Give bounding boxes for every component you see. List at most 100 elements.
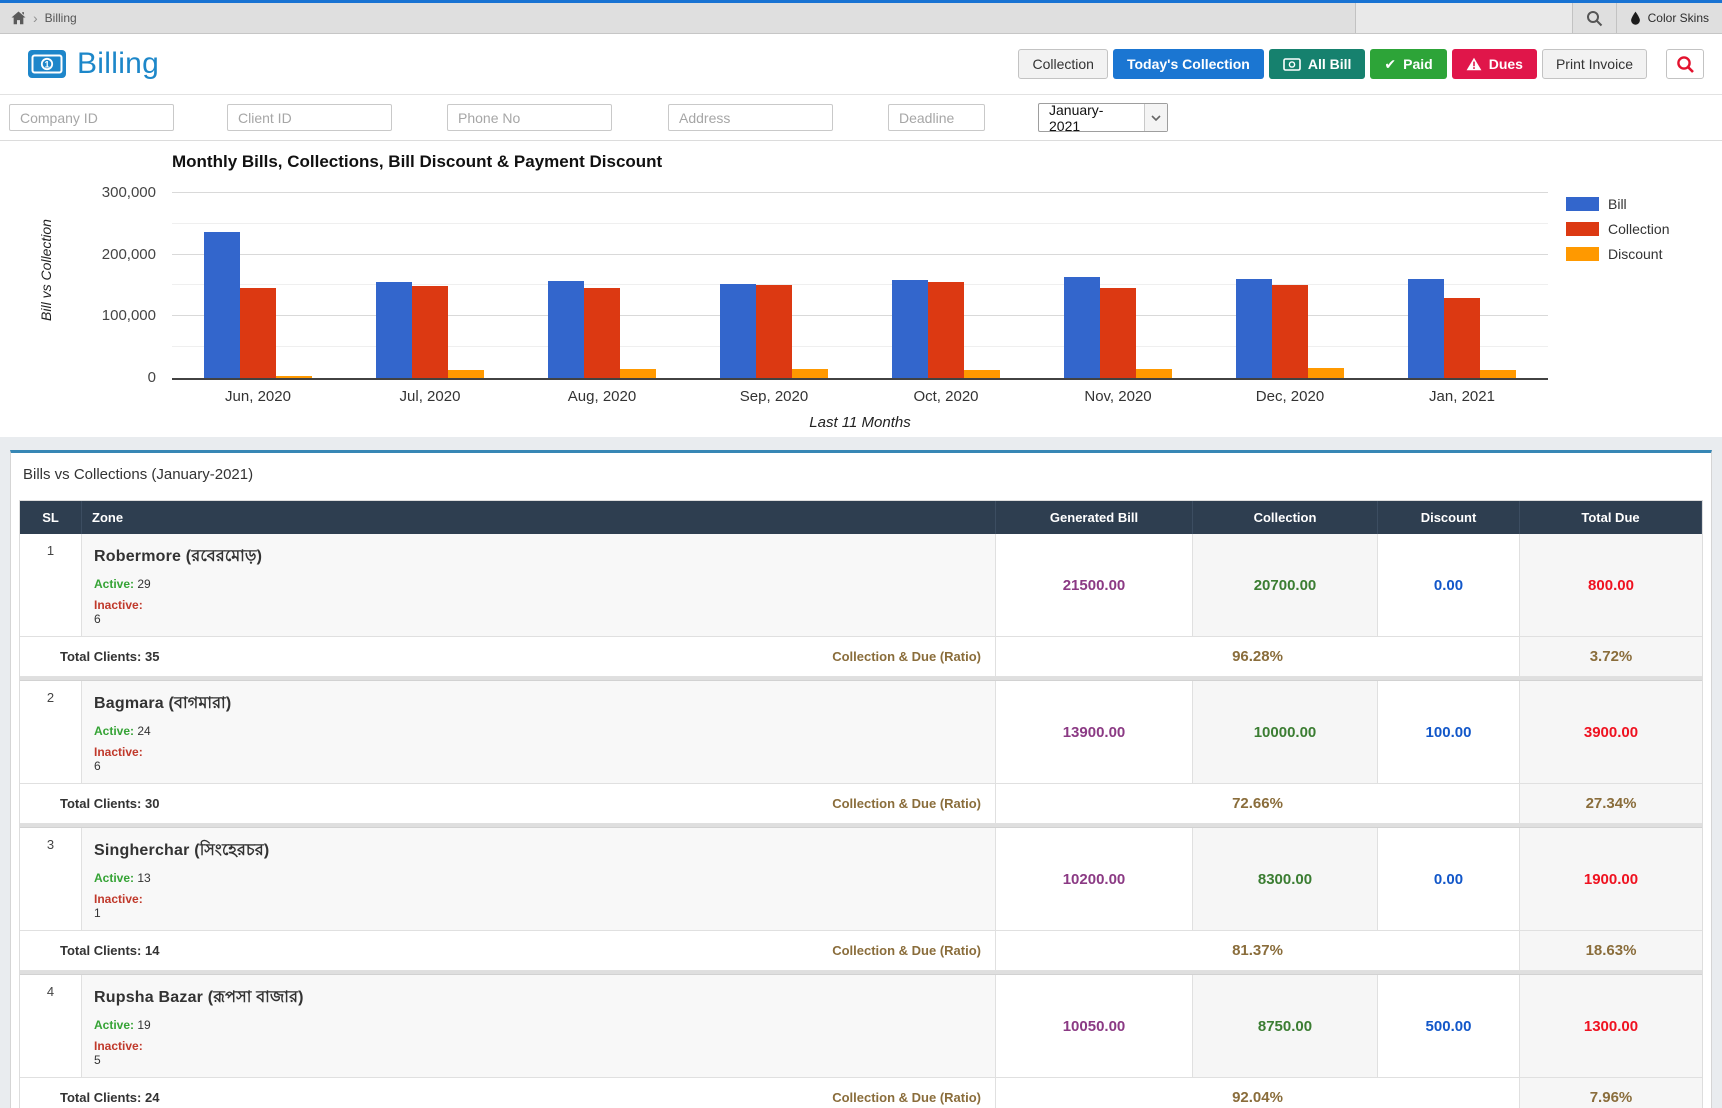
all-bill-button[interactable]: All Bill <box>1269 49 1366 79</box>
zones-table: SLZoneGenerated BillCollectionDiscountTo… <box>19 500 1703 1108</box>
active-count: Active: 24 <box>94 724 983 738</box>
column-header-generated-bill: Generated Bill <box>996 501 1193 534</box>
inactive-label: Inactive: <box>94 745 983 759</box>
active-count: Active: 29 <box>94 577 983 591</box>
chart-x-tick: Dec, 2020 <box>1204 388 1376 405</box>
client-id-input[interactable] <box>227 104 392 131</box>
collection-value: 10000.00 <box>1193 681 1378 784</box>
collection-value: 8300.00 <box>1193 828 1378 931</box>
column-header-zone: Zone <box>82 501 996 534</box>
active-label: Active: <box>94 1018 134 1032</box>
chart-group-aug-2020 <box>516 175 688 378</box>
filter-bar: January-2021 <box>0 94 1722 141</box>
total-clients-row: Total Clients: 30Collection & Due (Ratio… <box>20 784 996 824</box>
page-header: 1 Billing Collection Today's Collection … <box>0 34 1722 94</box>
chart-y-tick: 200,000 <box>46 246 156 263</box>
inactive-count: Inactive: 5 <box>94 1039 983 1067</box>
bar-discount <box>1480 370 1516 378</box>
chart-panel: Monthly Bills, Collections, Bill Discoun… <box>0 141 1722 437</box>
navbar-search-button[interactable] <box>1573 3 1617 33</box>
breadcrumb: › Billing <box>0 3 77 33</box>
bar-bill <box>1408 279 1444 378</box>
total-due-value: 800.00 <box>1520 534 1702 637</box>
bar-collection <box>928 282 964 378</box>
active-count: Active: 19 <box>94 1018 983 1032</box>
billing-money-icon: 1 <box>28 50 66 78</box>
bar-discount <box>448 370 484 378</box>
active-label: Active: <box>94 871 134 885</box>
month-select[interactable]: January-2021 <box>1038 103 1168 132</box>
dues-button[interactable]: Dues <box>1452 49 1537 79</box>
warning-icon <box>1466 57 1482 71</box>
dues-label: Dues <box>1489 56 1523 72</box>
row-sl: 3 <box>20 828 82 931</box>
bar-bill <box>720 284 756 378</box>
bar-bill <box>548 281 584 378</box>
bar-bill <box>1064 277 1100 378</box>
lower-section: Bills vs Collections (January-2021) SLZo… <box>0 437 1722 1108</box>
chart-group-jun-2020 <box>172 175 344 378</box>
print-invoice-button[interactable]: Print Invoice <box>1542 49 1647 79</box>
bar-bill <box>376 282 412 378</box>
legend-item-bill: Bill <box>1566 196 1669 212</box>
generated-bill-value: 21500.00 <box>996 534 1193 637</box>
active-label: Active: <box>94 724 134 738</box>
zone-name: Singherchar (সিংহেরচর) <box>94 837 983 864</box>
total-due-value: 1300.00 <box>1520 975 1702 1078</box>
inactive-count: Inactive: 6 <box>94 745 983 773</box>
total-clients-row: Total Clients: 24Collection & Due (Ratio… <box>20 1078 996 1108</box>
deadline-input[interactable] <box>888 104 985 131</box>
zone-cell: Singherchar (সিংহেরচর)Active: 13Inactive… <box>82 828 996 931</box>
bar-collection <box>756 285 792 378</box>
total-due-value: 3900.00 <box>1520 681 1702 784</box>
bar-discount <box>964 370 1000 378</box>
column-header-collection: Collection <box>1193 501 1378 534</box>
total-clients-row: Total Clients: 35Collection & Due (Ratio… <box>20 637 996 677</box>
address-input[interactable] <box>668 104 833 131</box>
zone-cell: Robermore (রবেরমোড়)Active: 29Inactive: … <box>82 534 996 637</box>
header-buttons: Collection Today's Collection All Bill ✔… <box>1018 49 1704 79</box>
chart-y-tick: 300,000 <box>46 184 156 201</box>
legend-label: Discount <box>1608 246 1662 262</box>
bar-discount <box>620 369 656 378</box>
color-skins-toggle[interactable]: Color Skins <box>1617 3 1722 33</box>
bar-discount <box>1308 368 1344 378</box>
breadcrumb-separator: › <box>33 11 38 25</box>
chart-x-tick: Jul, 2020 <box>344 388 516 405</box>
all-bill-label: All Bill <box>1308 56 1352 72</box>
breadcrumb-current: Billing <box>45 11 77 25</box>
bar-bill <box>1236 279 1272 378</box>
inactive-count: Inactive: 1 <box>94 892 983 920</box>
chart-x-tick: Nov, 2020 <box>1032 388 1204 405</box>
chart-x-tick: Oct, 2020 <box>860 388 1032 405</box>
legend-swatch <box>1566 222 1599 236</box>
home-icon[interactable] <box>11 11 26 25</box>
paid-button[interactable]: ✔ Paid <box>1370 49 1446 79</box>
chevron-down-icon <box>1144 104 1167 131</box>
zone-cell: Bagmara (বাগমারা)Active: 24Inactive: 6 <box>82 681 996 784</box>
collection-button[interactable]: Collection <box>1018 49 1107 79</box>
total-clients-text: Total Clients: 35 <box>60 649 159 664</box>
navbar-search-input[interactable] <box>1355 3 1573 33</box>
collection-ratio-value: 96.28% <box>996 637 1520 677</box>
bills-vs-collections-panel: Bills vs Collections (January-2021) SLZo… <box>10 450 1712 1108</box>
column-header-discount: Discount <box>1378 501 1520 534</box>
header-search-button[interactable] <box>1666 49 1704 79</box>
chart-group-jul-2020 <box>344 175 516 378</box>
bar-collection <box>1100 288 1136 378</box>
check-icon: ✔ <box>1384 56 1396 73</box>
chart-x-categories: Jun, 2020Jul, 2020Aug, 2020Sep, 2020Oct,… <box>172 388 1548 405</box>
company-id-input[interactable] <box>9 104 174 131</box>
total-clients-text: Total Clients: 14 <box>60 943 159 958</box>
bar-discount <box>1136 369 1172 378</box>
paid-label: Paid <box>1403 56 1433 72</box>
banknote-icon <box>1283 58 1301 71</box>
color-skins-label: Color Skins <box>1648 11 1709 25</box>
bar-collection <box>412 286 448 378</box>
chart-legend: BillCollectionDiscount <box>1566 196 1669 262</box>
collection-ratio-value: 72.66% <box>996 784 1520 824</box>
due-ratio-value: 18.63% <box>1520 931 1702 971</box>
todays-collection-button[interactable]: Today's Collection <box>1113 49 1264 79</box>
bar-collection <box>1272 285 1308 378</box>
phone-no-input[interactable] <box>447 104 612 131</box>
